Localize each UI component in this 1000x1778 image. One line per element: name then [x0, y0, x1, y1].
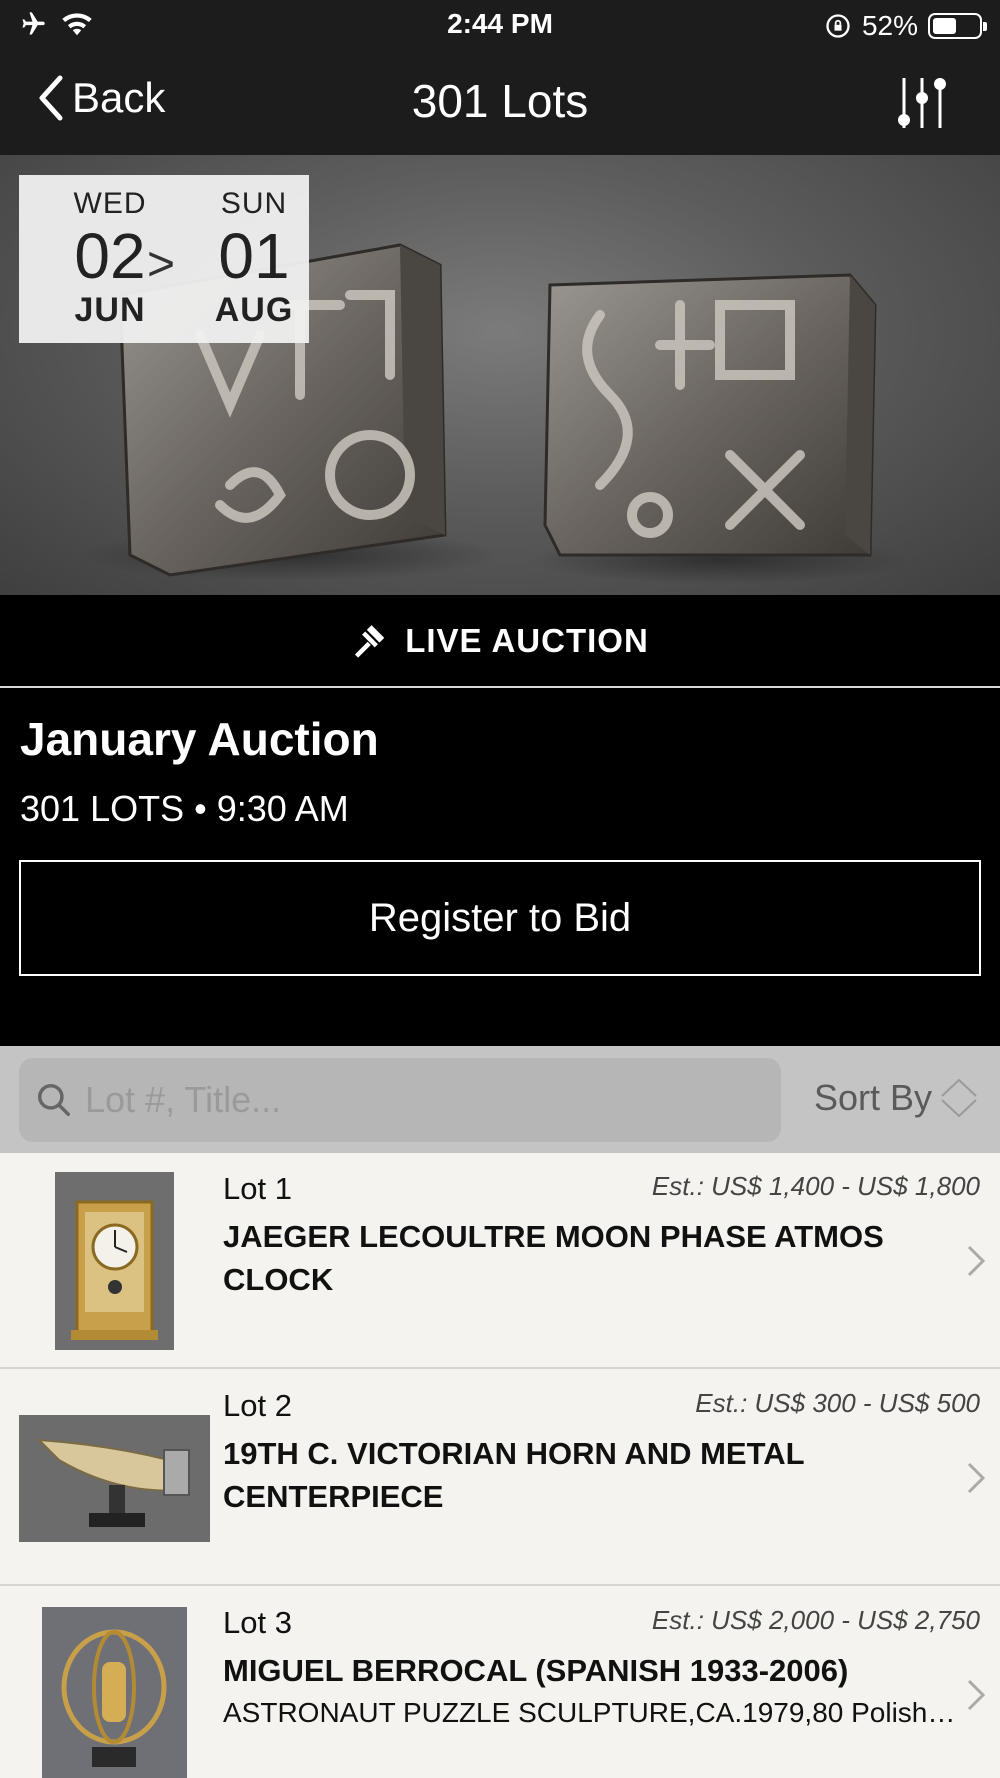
date-range-box: WED 02 JUN > SUN 01 AUG [19, 175, 309, 343]
battery-percent: 52% [861, 10, 918, 41]
lot-row-1[interactable]: Lot 1 Est.: US$ 1,400 - US$ 1,800 JAEGER… [0, 1153, 1000, 1369]
clock-image [55, 1172, 174, 1350]
lot-number: Lot 1 [223, 1171, 292, 1206]
lot-title: JAEGER LECOULTRE MOON PHASE ATMOS CLOCK [223, 1219, 884, 1297]
rotation-lock-icon [826, 14, 850, 38]
lot-title: MIGUEL BERROCAL (SPANISH 1933-2006) [223, 1653, 849, 1688]
start-month: JUN [74, 291, 146, 329]
search-input[interactable] [85, 1079, 765, 1121]
lot-estimate: Est.: US$ 2,000 - US$ 2,750 [651, 1605, 980, 1635]
search-icon [38, 1084, 70, 1116]
sculpture-image [42, 1607, 187, 1778]
live-auction-label: LIVE AUCTION [405, 622, 649, 659]
lot-thumbnail [19, 1415, 210, 1542]
lot-thumbnail [42, 1607, 187, 1778]
end-dow: SUN [220, 187, 288, 220]
chevron-right-icon [967, 1679, 986, 1711]
sort-icon [941, 1078, 977, 1118]
lot-subtitle: ASTRONAUT PUZZLE SCULPTURE,CA.1979,80 Po… [223, 1697, 963, 1728]
lot-number: Lot 3 [223, 1605, 292, 1640]
lot-row-3[interactable]: Lot 3 Est.: US$ 2,000 - US$ 2,750 MIGUEL… [0, 1587, 1000, 1778]
lot-thumbnail [55, 1172, 174, 1350]
end-day: 01 [218, 220, 290, 292]
filter-sliders-icon[interactable] [892, 72, 952, 132]
register-to-bid-button[interactable]: Register to Bid [19, 860, 981, 976]
status-right: 52% [824, 10, 987, 42]
search-field[interactable] [19, 1058, 781, 1142]
lot-estimate: Est.: US$ 300 - US$ 500 [695, 1388, 980, 1418]
gavel-icon [355, 625, 385, 658]
chevron-right-icon [967, 1245, 986, 1277]
battery-icon [928, 13, 987, 39]
lot-estimate: Est.: US$ 1,400 - US$ 1,800 [651, 1171, 980, 1201]
battery-fill [933, 18, 956, 34]
hero-image: WED 02 JUN > SUN 01 AUG [0, 155, 1000, 595]
end-month: AUG [214, 291, 294, 329]
page-title: 301 Lots [411, 75, 589, 127]
sort-by-label: Sort By [813, 1077, 932, 1118]
start-dow: WED [73, 187, 147, 220]
lot-title: 19TH C. VICTORIAN HORN AND METAL CENTERP… [223, 1436, 804, 1514]
sort-by-button[interactable]: Sort By [814, 1076, 980, 1120]
end-date: SUN 01 AUG [199, 187, 309, 330]
search-row: Sort By [0, 1046, 1000, 1153]
chevron-right-icon [967, 1462, 986, 1494]
lot-row-2[interactable]: Lot 2 Est.: US$ 300 - US$ 500 19TH C. VI… [0, 1370, 1000, 1586]
date-arrow: > [147, 238, 176, 291]
lot-number: Lot 2 [223, 1388, 292, 1423]
status-bar: 2:44 PM 52% [0, 0, 1000, 50]
nav-bar: Back 301 Lots [0, 50, 1000, 155]
horn-image [19, 1415, 210, 1542]
auction-title: January Auction [20, 713, 379, 765]
auction-meta: 301 LOTS • 9:30 AM [20, 788, 349, 829]
live-auction-banner: LIVE AUCTION [0, 595, 1000, 687]
auction-info: January Auction 301 LOTS • 9:30 AM Regis… [0, 688, 1000, 1046]
